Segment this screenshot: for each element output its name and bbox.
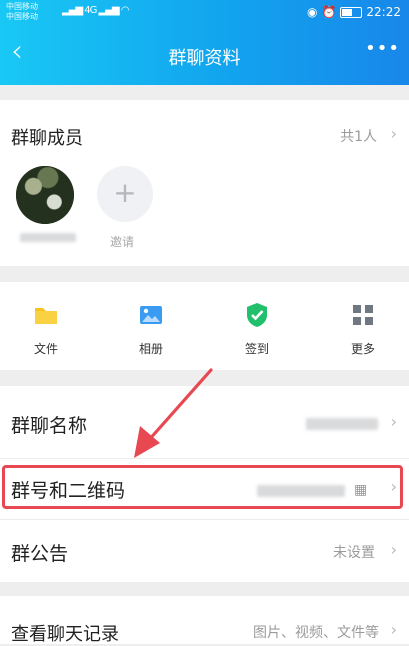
annotation-arrow: [134, 368, 213, 458]
